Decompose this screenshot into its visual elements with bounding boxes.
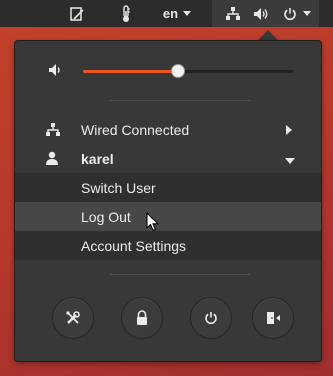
- volume-slider-fill: [83, 70, 178, 73]
- volume-slider-handle[interactable]: [171, 65, 184, 77]
- account-settings-label: Account Settings: [81, 237, 187, 254]
- top-panel: en: [0, 0, 333, 27]
- switch-user-label: Switch User: [81, 179, 156, 196]
- separator: [110, 274, 250, 275]
- mouse-cursor-icon: [146, 212, 160, 237]
- power-icon: [205, 312, 217, 325]
- network-icon: [45, 122, 61, 138]
- volume-slider[interactable]: [83, 65, 293, 77]
- volume-icon[interactable]: [251, 0, 271, 27]
- lock-icon: [137, 310, 147, 325]
- volume-low-icon: [48, 63, 64, 82]
- user-menu-item[interactable]: karel: [15, 144, 321, 173]
- logout-icon: [267, 312, 280, 324]
- language-label: en: [162, 6, 179, 21]
- chevron-down-icon: [285, 151, 295, 167]
- settings-icon: [66, 311, 80, 324]
- log-out-item[interactable]: Log Out: [15, 202, 321, 231]
- user-icon: [45, 151, 61, 167]
- wired-connection-item[interactable]: Wired Connected: [15, 115, 321, 144]
- chevron-down-icon: [183, 11, 192, 16]
- wired-connection-label: Wired Connected: [81, 121, 190, 138]
- language-selector[interactable]: en: [156, 0, 198, 27]
- power-menu-button[interactable]: [280, 0, 314, 27]
- switch-user-item[interactable]: Switch User: [15, 173, 321, 202]
- network-icon[interactable]: [224, 0, 242, 27]
- chevron-right-icon: [286, 122, 292, 138]
- account-settings-item[interactable]: Account Settings: [15, 231, 321, 260]
- settings-button[interactable]: [52, 297, 94, 339]
- power-icon: [284, 7, 296, 20]
- logout-button[interactable]: [252, 297, 294, 339]
- lock-button[interactable]: [121, 297, 163, 339]
- system-menu: Wired Connected karel Switch User Log Ou…: [14, 40, 322, 362]
- notes-icon[interactable]: [66, 0, 88, 27]
- log-out-label: Log Out: [81, 208, 131, 225]
- thermometer-icon[interactable]: [117, 0, 135, 27]
- menu-pointer: [258, 30, 278, 40]
- separator: [110, 100, 250, 101]
- user-name: karel: [81, 150, 114, 167]
- chevron-down-icon: [303, 11, 311, 16]
- power-off-button[interactable]: [190, 297, 232, 339]
